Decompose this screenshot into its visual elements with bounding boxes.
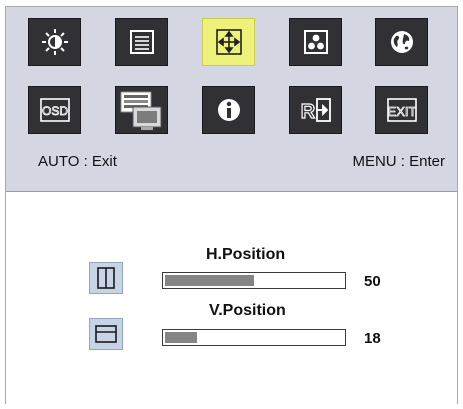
v-position-icon: [89, 318, 123, 350]
information-icon: [217, 99, 240, 121]
image-position-icon: [215, 29, 242, 55]
global-icon: [390, 31, 413, 53]
menu-tile-brightness[interactable]: [28, 18, 81, 66]
input-setup-icon: [120, 91, 161, 130]
main-menu-panel: OSD R EXIT AUTO: Exit MENU: Enter: [6, 7, 457, 192]
h-position-value: 50: [364, 273, 381, 290]
v-position-fill: [165, 332, 197, 343]
menu-tile-information[interactable]: [202, 86, 255, 134]
v-position-slider[interactable]: [162, 329, 346, 346]
h-position-icon: [89, 262, 123, 294]
svg-text:EXIT: EXIT: [387, 104, 416, 119]
menu-enter-hint: MENU : Enter: [352, 153, 445, 170]
v-position-label: V.Position: [209, 302, 286, 319]
image-position-panel: H.Position 50 V.Position 18: [6, 192, 457, 404]
menu-tile-image-position[interactable]: [202, 18, 255, 66]
brightness-icon: [41, 29, 68, 55]
h-position-slider[interactable]: [162, 272, 346, 289]
auto-exit-hint: AUTO : Exit: [38, 153, 117, 170]
menu-tile-reset[interactable]: R: [289, 86, 342, 134]
reset-icon: R: [300, 98, 331, 124]
menu-tile-exit[interactable]: EXIT: [375, 86, 428, 134]
menu-tile-color-settings[interactable]: [289, 18, 342, 66]
menu-tile-global[interactable]: [375, 18, 428, 66]
exit-icon: EXIT: [387, 98, 416, 122]
v-position-value: 18: [364, 330, 381, 347]
svg-text:R: R: [300, 101, 315, 123]
menu-tile-osd-settings[interactable]: OSD: [28, 86, 81, 134]
osd-settings-icon: OSD: [39, 98, 70, 122]
h-position-fill: [165, 275, 254, 286]
menu-tile-image-settings[interactable]: [115, 18, 168, 66]
h-position-label: H.Position: [206, 246, 286, 263]
menu-tile-input-setup[interactable]: [115, 86, 168, 134]
svg-text:OSD: OSD: [41, 104, 67, 118]
image-settings-icon: [129, 30, 154, 54]
osd-window: OSD R EXIT AUTO: Exit MENU: Enter H.Po…: [5, 6, 458, 404]
color-settings-icon: [303, 30, 328, 54]
